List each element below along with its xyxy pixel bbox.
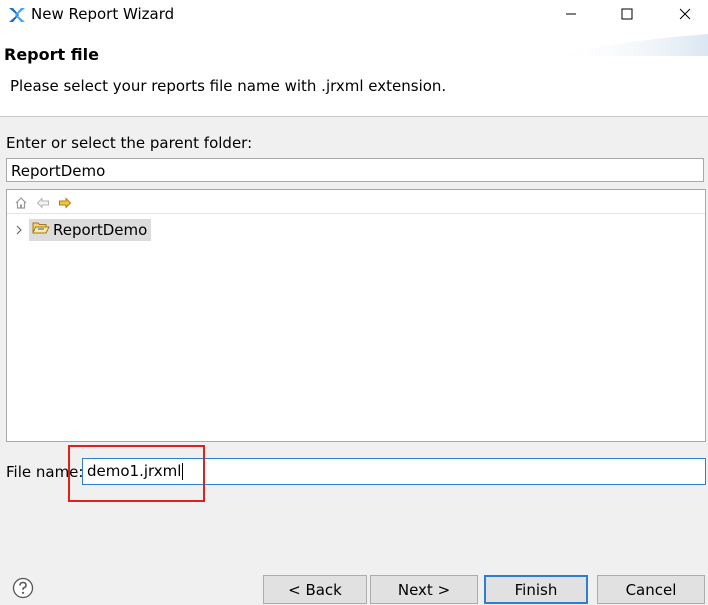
file-name-value: demo1.jrxml [87,462,182,480]
minimize-icon [565,6,577,24]
tree-divider [7,213,705,214]
minimize-button[interactable] [548,0,594,30]
back-arrow-icon[interactable] [34,194,52,212]
text-cursor [182,463,184,480]
jaspersoft-logo-icon [7,5,27,25]
tree-row[interactable]: ReportDemo [13,219,152,241]
maximize-icon [621,6,633,24]
tree-item-label: ReportDemo [53,221,148,239]
chevron-right-icon[interactable] [13,219,25,241]
open-folder-icon [32,220,50,240]
parent-folder-label: Enter or select the parent folder: [6,134,253,152]
window-title: New Report Wizard [31,5,175,23]
title-bar: New Report Wizard [0,0,708,30]
next-button[interactable]: Next > [370,575,478,604]
parent-folder-input[interactable]: ReportDemo [6,158,704,182]
banner-graphic [548,34,708,56]
back-button[interactable]: < Back [263,575,367,604]
folder-tree[interactable]: ReportDemo [6,189,706,442]
file-name-input[interactable]: demo1.jrxml [82,458,706,485]
wizard-header: Report file Please select your reports f… [0,30,708,117]
forward-arrow-icon[interactable] [56,194,74,212]
maximize-button[interactable] [604,0,650,30]
tree-item-reportdemo[interactable]: ReportDemo [29,219,152,241]
finish-button[interactable]: Finish [484,575,588,604]
page-description: Please select your reports file name wit… [10,77,447,95]
close-button[interactable] [662,0,708,30]
help-icon[interactable] [12,577,34,599]
home-icon[interactable] [12,194,30,212]
close-icon [679,6,691,24]
tree-toolbar [12,194,74,212]
file-name-label: File name: [6,463,84,481]
cancel-button[interactable]: Cancel [597,575,705,604]
page-title: Report file [4,45,99,64]
